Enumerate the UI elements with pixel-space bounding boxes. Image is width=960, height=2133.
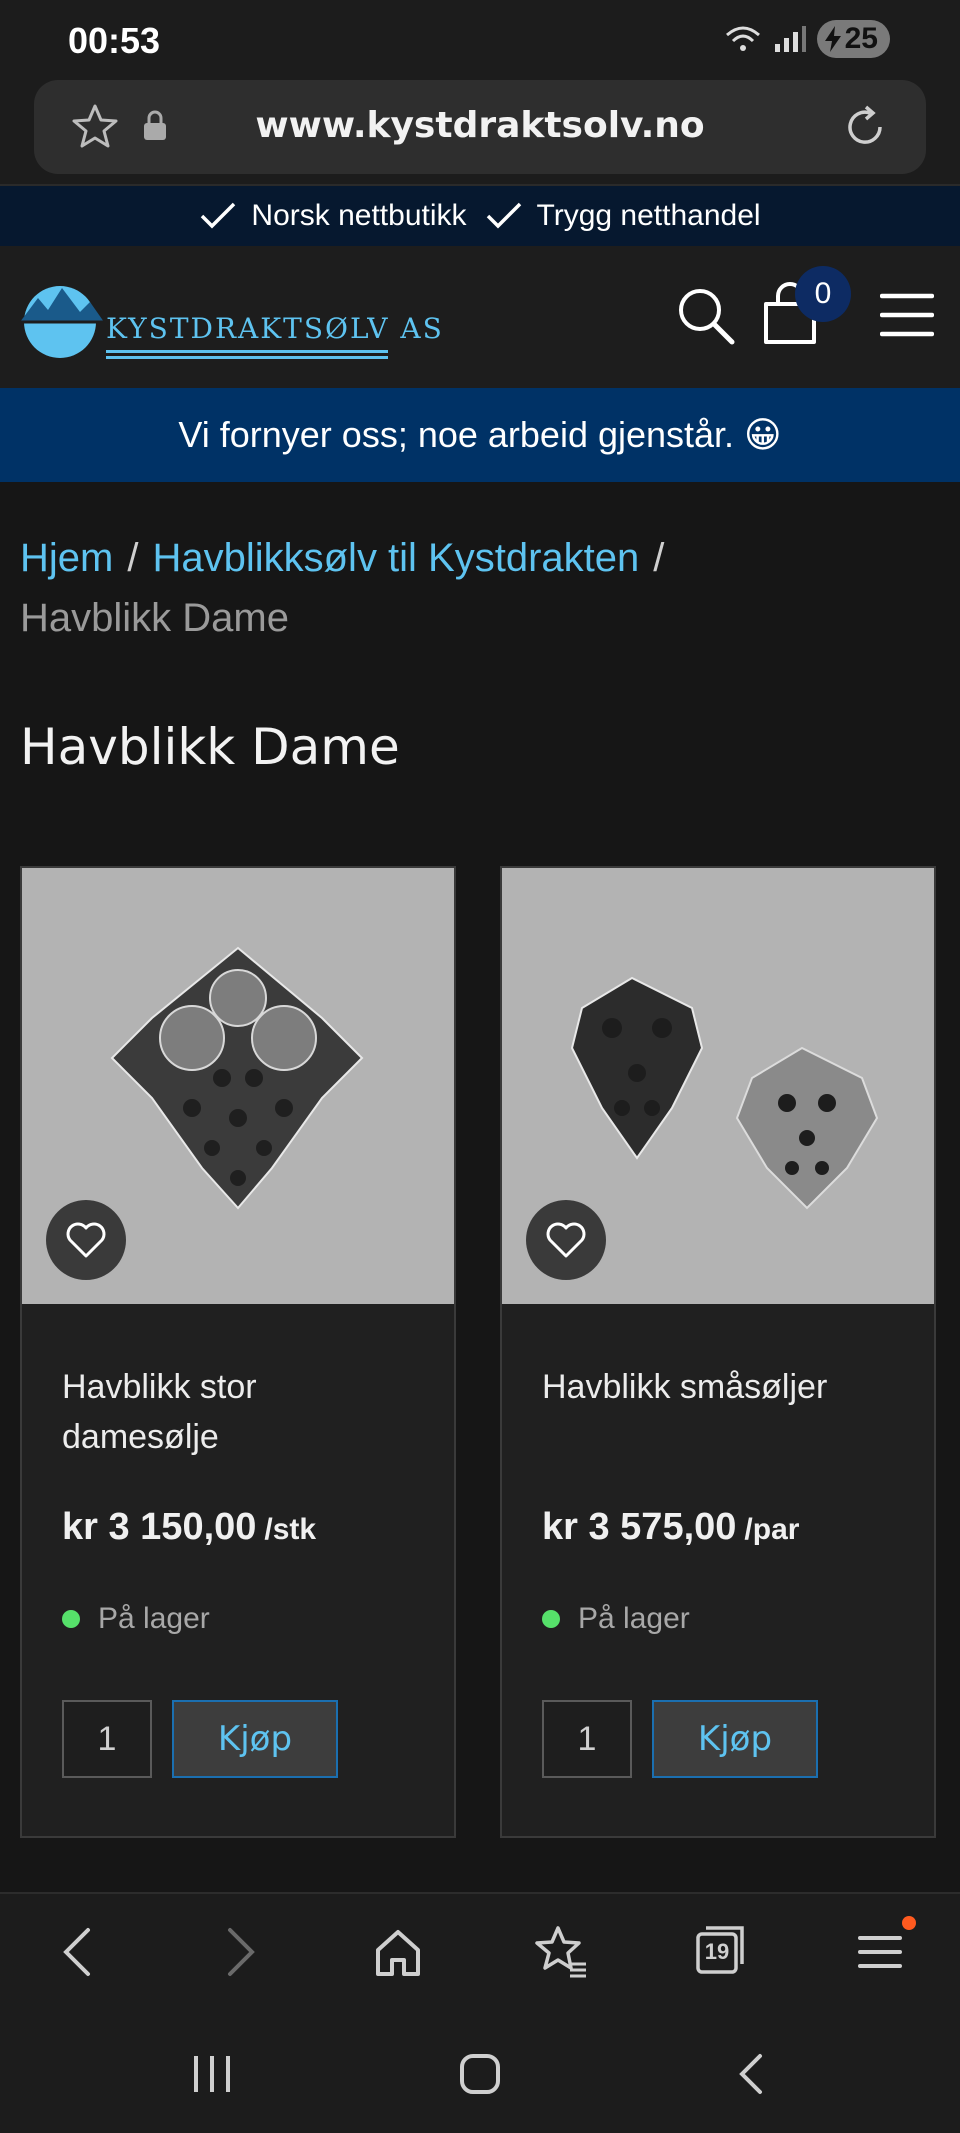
in-stock-dot-icon xyxy=(62,1610,80,1628)
product-price: kr 3 150,00/stk xyxy=(62,1506,316,1549)
promo-item: Norsk nettbutikk xyxy=(199,199,467,233)
tabs-button[interactable]: 19 xyxy=(694,1924,746,1976)
logo-underline xyxy=(106,356,388,359)
price-value: kr 3 150,00 xyxy=(62,1506,257,1548)
favorite-button[interactable] xyxy=(526,1200,606,1280)
browser-toolbar: www.kystdraktsolv.no xyxy=(0,80,960,186)
browser-bottom-bar: 19 xyxy=(0,1892,960,2014)
breadcrumb-category-link[interactable]: Havblikksølv til Kystdrakten xyxy=(152,536,639,580)
home-icon[interactable] xyxy=(372,1924,424,1980)
quantity-input[interactable]: 1 xyxy=(62,1700,152,1778)
breadcrumb: Hjem / Havblikksølv til Kystdrakten / Havbl… xyxy=(20,528,940,648)
battery-indicator: 25 xyxy=(816,20,890,58)
reload-icon[interactable] xyxy=(840,102,890,152)
tab-count: 19 xyxy=(704,1939,730,1964)
page-title: Havblikk Dame xyxy=(20,718,400,776)
menu-icon[interactable] xyxy=(854,1924,906,1976)
logo-underline xyxy=(106,350,388,353)
product-name[interactable]: Havblikk stor damesølje xyxy=(62,1362,422,1462)
product-card[interactable]: Havblikk småsøljer kr 3 575,00/par På la… xyxy=(500,866,936,1838)
forward-arrow-icon[interactable] xyxy=(218,1924,262,1980)
battery-level: 25 xyxy=(844,22,878,55)
breadcrumb-home-link[interactable]: Hjem xyxy=(20,536,113,580)
recent-apps-icon[interactable] xyxy=(190,2052,234,2096)
signal-icon xyxy=(774,26,806,52)
breadcrumb-current: Havblikk Dame xyxy=(20,596,289,640)
notification-dot xyxy=(902,1916,916,1930)
site-logo[interactable]: KYSTDRAKTSØLV AS xyxy=(20,276,442,359)
status-bar: 00:53 25 xyxy=(0,0,960,80)
logo-text: KYSTDRAKTSØLV AS xyxy=(106,312,444,345)
promo-strip: Norsk nettbutikk Trygg netthandel xyxy=(0,186,960,246)
buy-button[interactable]: Kjøp xyxy=(172,1700,338,1778)
status-icons: 25 xyxy=(723,20,890,58)
stock-text: På lager xyxy=(98,1602,210,1635)
stock-status: På lager xyxy=(62,1602,210,1636)
back-arrow-icon[interactable] xyxy=(56,1924,100,1980)
logo-mountain-icon xyxy=(20,286,104,358)
price-unit: /stk xyxy=(264,1513,317,1546)
heart-icon xyxy=(546,1222,586,1258)
hamburger-menu-icon[interactable] xyxy=(880,292,934,338)
promo-item: Trygg netthandel xyxy=(485,199,761,233)
in-stock-dot-icon xyxy=(542,1610,560,1628)
product-card[interactable]: Havblikk stor damesølje kr 3 150,00/stk … xyxy=(20,866,456,1838)
buy-button[interactable]: Kjøp xyxy=(652,1700,818,1778)
bookmarks-star-icon[interactable] xyxy=(532,1924,588,1980)
stock-text: På lager xyxy=(578,1602,690,1635)
stock-status: På lager xyxy=(542,1602,690,1636)
notice-banner: Vi fornyer oss; noe arbeid gjenstår. 😀 xyxy=(0,388,960,482)
price-unit: /par xyxy=(744,1513,800,1546)
system-nav-bar xyxy=(0,2012,960,2133)
wifi-icon xyxy=(725,26,760,51)
breadcrumb-separator: / xyxy=(653,536,665,580)
address-bar[interactable]: www.kystdraktsolv.no xyxy=(34,80,926,174)
product-image[interactable] xyxy=(22,868,454,1304)
heart-icon xyxy=(66,1222,106,1258)
charging-icon xyxy=(824,26,841,52)
search-icon[interactable] xyxy=(676,286,736,346)
favorite-button[interactable] xyxy=(46,1200,126,1280)
checkmark-icon xyxy=(486,202,521,229)
breadcrumb-separator: / xyxy=(127,536,139,580)
price-value: kr 3 575,00 xyxy=(542,1506,737,1548)
url-text: www.kystdraktsolv.no xyxy=(255,105,705,146)
product-price: kr 3 575,00/par xyxy=(542,1506,799,1549)
promo-text: Trygg netthandel xyxy=(536,199,761,232)
checkmark-icon xyxy=(201,202,236,229)
home-button-icon[interactable] xyxy=(458,2052,502,2096)
cart-count-badge: 0 xyxy=(795,266,851,322)
system-back-icon[interactable] xyxy=(730,2052,774,2096)
status-time: 00:53 xyxy=(68,20,161,61)
product-image[interactable] xyxy=(502,868,934,1304)
product-name[interactable]: Havblikk småsøljer xyxy=(542,1362,902,1412)
quantity-input[interactable]: 1 xyxy=(542,1700,632,1778)
promo-text: Norsk nettbutikk xyxy=(251,199,467,232)
